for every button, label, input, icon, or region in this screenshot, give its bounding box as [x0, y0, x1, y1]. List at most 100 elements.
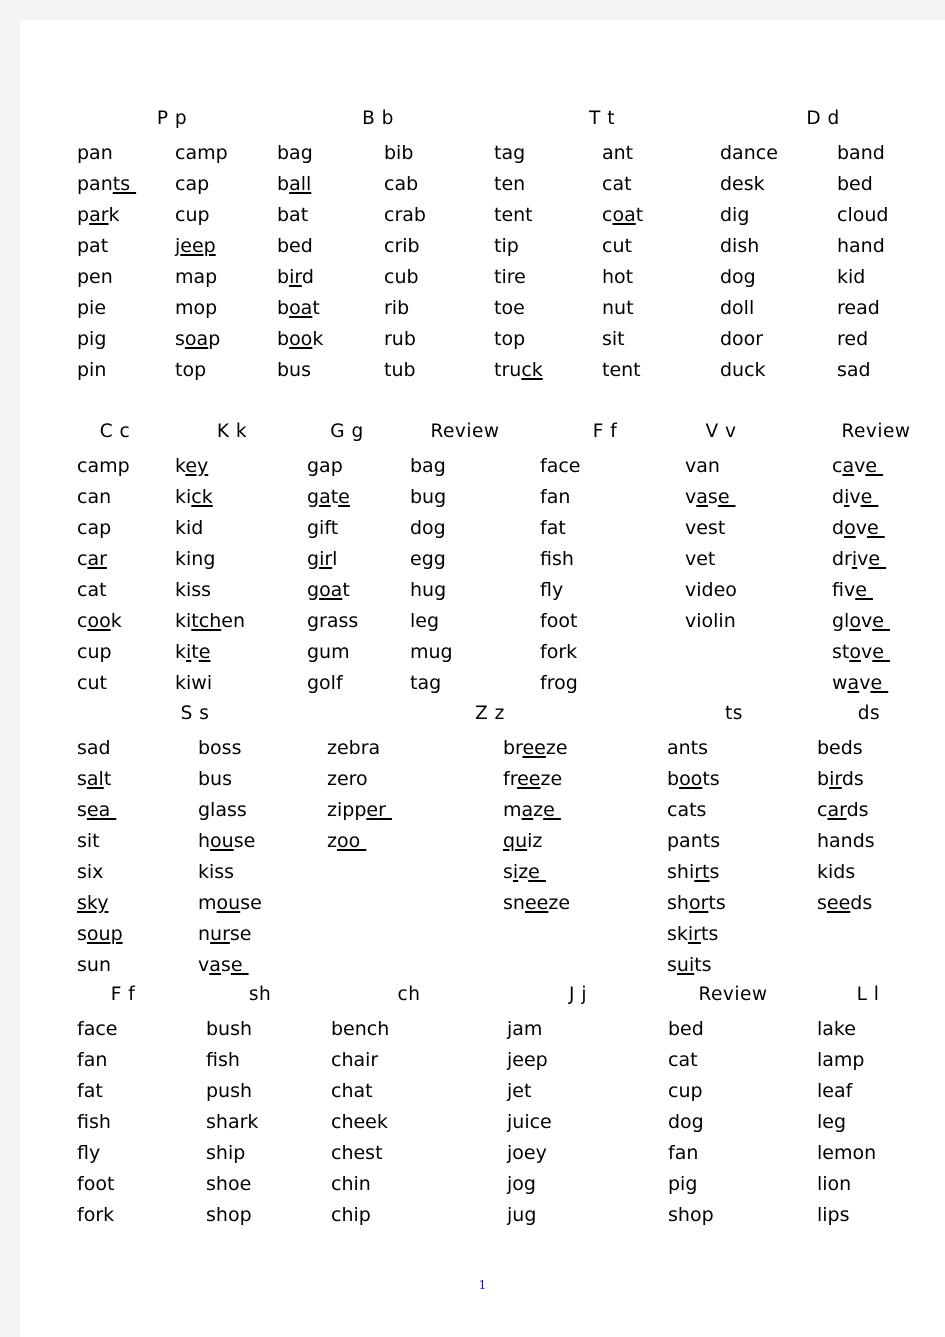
word-entry: cloud — [837, 200, 888, 231]
word-part: cats — [667, 799, 707, 821]
word-part: camp — [77, 455, 130, 477]
word-part: shop — [668, 1204, 714, 1226]
word-column: camp can cap car cat cook cup cut — [77, 451, 130, 699]
word-entry: shoe — [206, 1169, 258, 1200]
word-part-underlined: ou — [210, 830, 234, 852]
word-part: vet — [685, 548, 716, 570]
word-part: push — [206, 1080, 253, 1102]
word-part-underlined: oa — [319, 579, 343, 601]
word-entry: nurse — [198, 919, 262, 950]
word-part: face — [540, 455, 581, 477]
word-part: ze — [540, 768, 563, 790]
word-part: v — [849, 486, 861, 508]
word-part: cloud — [837, 204, 889, 226]
word-part-underlined: a — [842, 455, 855, 477]
word-part-underlined: e — [230, 954, 249, 976]
word-entry: crab — [384, 200, 426, 231]
word-entry: tip — [494, 231, 543, 262]
word-part: mug — [410, 641, 453, 663]
word-entry: leaf — [817, 1076, 876, 1107]
word-entry: cave — [832, 451, 890, 482]
word-part: ts — [708, 892, 726, 914]
word-entry: leg — [410, 606, 453, 637]
word-entry: seeds — [817, 888, 875, 919]
word-entry: sea — [77, 795, 123, 826]
word-part: s — [707, 486, 718, 508]
word-part: se — [233, 830, 256, 852]
word-entry: kids — [817, 857, 875, 888]
word-part: mop — [175, 297, 218, 319]
word-part-underlined: ts — [112, 173, 137, 195]
word-part-underlined: e — [528, 861, 546, 883]
word-part: toe — [494, 297, 525, 319]
word-entry: hand — [837, 231, 888, 262]
word-part-underlined: ir — [289, 266, 302, 288]
word-part: c — [817, 799, 828, 821]
word-entry: boots — [667, 764, 726, 795]
word-part: hand — [837, 235, 885, 257]
word-part: dig — [720, 204, 750, 226]
word-entry: kiss — [175, 575, 245, 606]
word-part: chair — [331, 1049, 379, 1071]
word-part: gift — [307, 517, 339, 539]
word-part: foot — [77, 1173, 115, 1195]
word-part: ds — [846, 799, 869, 821]
word-part-underlined: u — [515, 830, 528, 852]
word-entry: glove — [832, 606, 890, 637]
word-part: cat — [668, 1049, 698, 1071]
word-part: kiss — [198, 861, 235, 883]
word-part: z — [518, 861, 529, 883]
word-part: six — [77, 861, 104, 883]
word-entry: foot — [540, 606, 580, 637]
word-part: n — [198, 923, 211, 945]
word-entry: house — [198, 826, 262, 857]
word-entry: chair — [331, 1045, 389, 1076]
word-part-underlined: o — [849, 641, 861, 663]
word-part: jeep — [507, 1049, 548, 1071]
word-part: fan — [77, 1049, 108, 1071]
word-entry: nut — [602, 293, 643, 324]
word-part: dog — [668, 1111, 704, 1133]
word-part: ze — [548, 892, 571, 914]
word-entry: bag — [410, 451, 453, 482]
word-part: lion — [817, 1173, 852, 1195]
column-header: F f — [592, 421, 618, 442]
word-part: cab — [384, 173, 419, 195]
word-column: bench chair chat cheek chest chin chip — [331, 1014, 389, 1231]
word-entry: hot — [602, 262, 643, 293]
word-part: doll — [720, 297, 755, 319]
word-entry: cats — [667, 795, 726, 826]
word-part: kid — [837, 266, 866, 288]
word-entry: cub — [384, 262, 426, 293]
word-part: d — [832, 517, 845, 539]
word-entry: ant — [602, 138, 643, 169]
word-part: s — [220, 954, 231, 976]
word-part: chip — [331, 1204, 371, 1226]
word-entry: fat — [540, 513, 580, 544]
word-entry: joey — [507, 1138, 552, 1169]
word-part: gap — [307, 455, 343, 477]
word-entry: breeze — [503, 733, 570, 764]
word-part: hug — [410, 579, 447, 601]
column-header: P p — [156, 108, 188, 129]
document-page: P pB bT tD d pan pants park pat pen pie pig pin… — [20, 20, 945, 1337]
word-entry: dish — [720, 231, 778, 262]
word-part: c — [77, 548, 88, 570]
word-part: jet — [507, 1080, 532, 1102]
word-part: bush — [206, 1018, 253, 1040]
word-entry: birds — [817, 764, 875, 795]
word-entry: pants — [667, 826, 726, 857]
word-part: dish — [720, 235, 760, 257]
word-part: s — [709, 861, 720, 883]
word-part: d — [301, 266, 314, 288]
word-part-underlined: sky — [77, 892, 109, 914]
word-part: ki — [175, 610, 192, 632]
word-part-underlined: ir — [319, 548, 333, 570]
word-part: bed — [837, 173, 873, 195]
word-entry: pig — [77, 324, 136, 355]
word-part-underlined: e — [543, 799, 561, 821]
word-entry: bug — [410, 482, 453, 513]
word-column: bag ball bat bed bird boat book bus — [277, 138, 323, 386]
word-part: cat — [77, 579, 107, 601]
word-part-underlined: er — [366, 799, 392, 821]
